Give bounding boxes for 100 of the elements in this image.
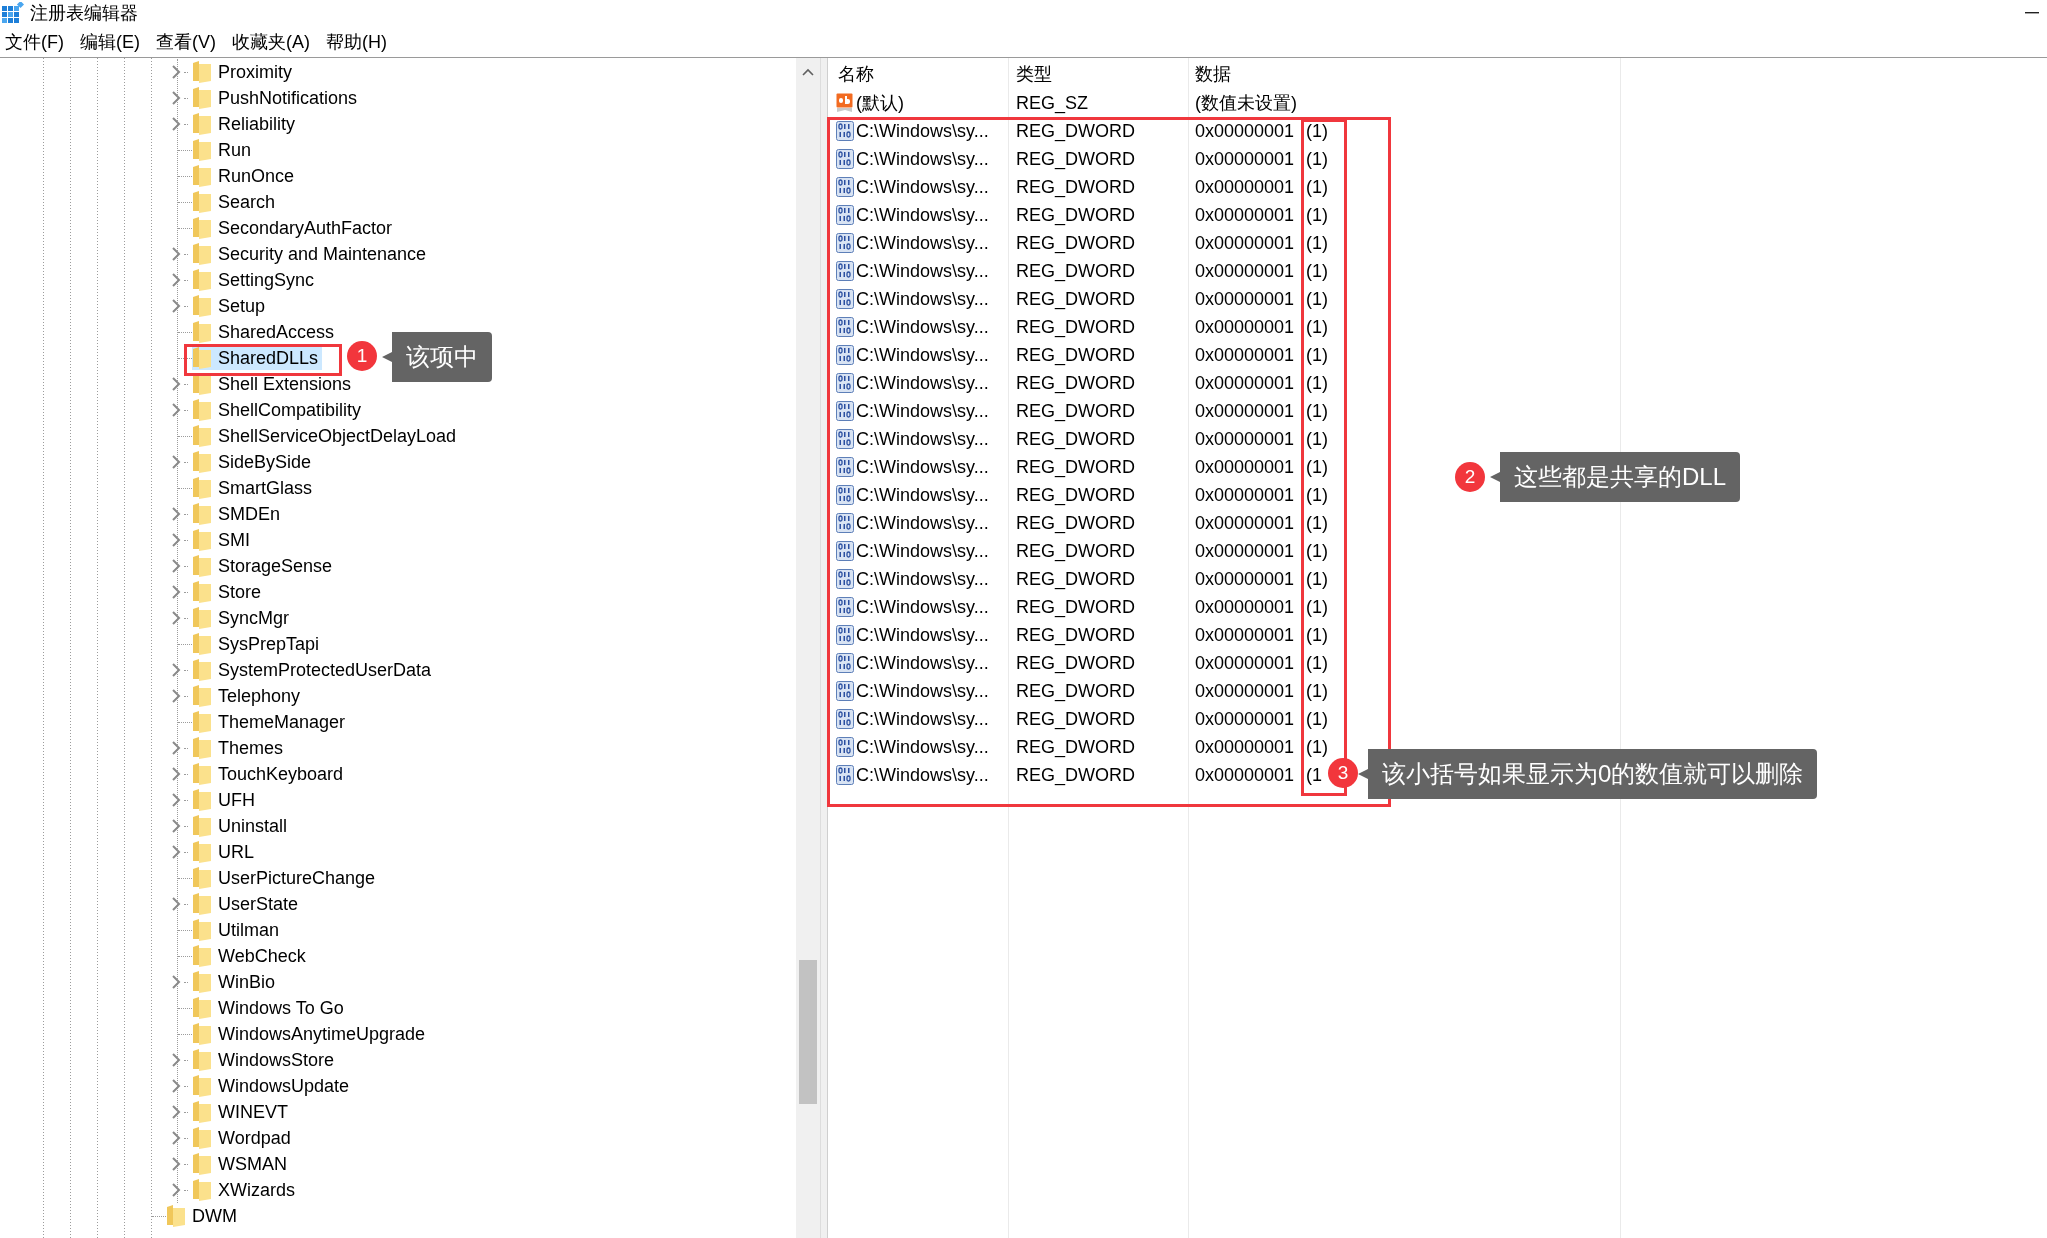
tree-item[interactable]: WindowsStore [192,1048,339,1072]
chevron-icon[interactable] [170,767,181,781]
tree-item[interactable]: Store [192,580,266,604]
value-name[interactable]: C:\Windows\sy... [856,708,989,730]
tree-item[interactable]: WSMAN [192,1152,291,1176]
chevron-icon[interactable] [170,65,181,79]
tree-item[interactable]: SideBySide [192,450,316,474]
menu-item[interactable]: 文件(F) [4,27,65,56]
chevron-icon[interactable] [170,793,181,807]
minimize-icon[interactable] [2025,12,2039,14]
value-name[interactable]: C:\Windows\sy... [856,400,989,422]
chevron-icon[interactable] [170,611,181,625]
tree-item[interactable]: WINEVT [192,1100,292,1124]
value-name[interactable]: C:\Windows\sy... [856,344,989,366]
value-name[interactable]: C:\Windows\sy... [856,652,989,674]
chevron-icon[interactable] [170,1157,181,1171]
tree-item[interactable]: RunOnce [192,164,299,188]
tree-item[interactable]: PushNotifications [192,86,362,110]
value-name[interactable]: C:\Windows\sy... [856,428,989,450]
tree-item[interactable]: Run [192,138,256,162]
chevron-icon[interactable] [170,507,181,521]
tree-item[interactable]: ShellCompatibility [192,398,366,422]
tree-item[interactable]: UserPictureChange [192,866,380,890]
scroll-up-icon[interactable] [802,68,814,76]
column-header[interactable]: 数据 [1188,58,1620,89]
chevron-icon[interactable] [170,1105,181,1119]
tree-item[interactable]: SyncMgr [192,606,293,630]
value-name[interactable]: (默认) [856,91,904,115]
tree-item[interactable]: SMDEn [192,502,284,526]
tree-item[interactable]: Wordpad [192,1126,295,1150]
value-name[interactable]: C:\Windows\sy... [856,232,989,254]
value-name[interactable]: C:\Windows\sy... [856,624,989,646]
menu-item[interactable]: 查看(V) [155,27,217,56]
tree-item[interactable]: ShellServiceObjectDelayLoad [192,424,461,448]
chevron-icon[interactable] [170,663,181,677]
tree-item[interactable]: Proximity [192,60,296,84]
tree-item[interactable]: Uninstall [192,814,292,838]
value-name[interactable]: C:\Windows\sy... [856,764,989,786]
tree-item[interactable]: StorageSense [192,554,337,578]
chevron-icon[interactable] [170,845,181,859]
value-name[interactable]: C:\Windows\sy... [856,176,989,198]
tree-item[interactable]: URL [192,840,258,864]
value-name[interactable]: C:\Windows\sy... [856,540,989,562]
value-name[interactable]: C:\Windows\sy... [856,260,989,282]
chevron-icon[interactable] [170,299,181,313]
value-name[interactable]: C:\Windows\sy... [856,456,989,478]
chevron-icon[interactable] [170,689,181,703]
tree-item[interactable]: Reliability [192,112,300,136]
tree-item[interactable]: SysPrepTapi [192,632,324,656]
tree-item[interactable]: TouchKeyboard [192,762,348,786]
chevron-icon[interactable] [170,975,181,989]
tree-item[interactable]: Telephony [192,684,305,708]
chevron-icon[interactable] [170,585,181,599]
chevron-icon[interactable] [170,273,181,287]
tree-item[interactable]: DWM [166,1204,241,1228]
value-name[interactable]: C:\Windows\sy... [856,512,989,534]
chevron-icon[interactable] [170,741,181,755]
tree-item[interactable]: WebCheck [192,944,310,968]
menu-item[interactable]: 帮助(H) [325,27,388,56]
tree-item[interactable]: Search [192,190,280,214]
chevron-icon[interactable] [170,1053,181,1067]
value-name[interactable]: C:\Windows\sy... [856,736,989,758]
value-name[interactable]: C:\Windows\sy... [856,484,989,506]
tree-item[interactable]: Shell Extensions [192,372,356,396]
chevron-icon[interactable] [170,455,181,469]
tree-item[interactable]: SharedDLLs [192,346,323,370]
tree-item[interactable]: UserState [192,892,303,916]
chevron-icon[interactable] [170,403,181,417]
tree-item[interactable]: WindowsUpdate [192,1074,354,1098]
value-name[interactable]: C:\Windows\sy... [856,568,989,590]
tree-item[interactable]: SharedAccess [192,320,339,344]
tree-item[interactable]: ThemeManager [192,710,350,734]
chevron-icon[interactable] [170,1183,181,1197]
chevron-icon[interactable] [170,1079,181,1093]
menu-item[interactable]: 收藏夹(A) [231,27,311,56]
tree-item[interactable]: WinBio [192,970,279,994]
chevron-icon[interactable] [170,819,181,833]
scrollbar-thumb[interactable] [799,960,817,1104]
chevron-icon[interactable] [170,117,181,131]
chevron-icon[interactable] [170,559,181,573]
value-name[interactable]: C:\Windows\sy... [856,372,989,394]
value-name[interactable]: C:\Windows\sy... [856,288,989,310]
tree-item[interactable]: Setup [192,294,270,318]
tree-item[interactable]: SystemProtectedUserData [192,658,436,682]
chevron-icon[interactable] [170,91,181,105]
tree-item[interactable]: SmartGlass [192,476,317,500]
column-header[interactable]: 名称 [828,58,1008,89]
tree-item[interactable]: WindowsAnytimeUpgrade [192,1022,430,1046]
tree-item[interactable]: SecondaryAuthFactor [192,216,397,240]
menu-item[interactable]: 编辑(E) [79,27,141,56]
column-header[interactable]: 类型 [1008,58,1188,89]
chevron-icon[interactable] [170,533,181,547]
tree-item[interactable]: SMI [192,528,254,552]
tree-item[interactable]: Windows To Go [192,996,348,1020]
value-name[interactable]: C:\Windows\sy... [856,680,989,702]
tree-item[interactable]: Security and Maintenance [192,242,431,266]
value-name[interactable]: C:\Windows\sy... [856,204,989,226]
value-name[interactable]: C:\Windows\sy... [856,120,989,142]
value-name[interactable]: C:\Windows\sy... [856,316,989,338]
chevron-icon[interactable] [170,897,181,911]
